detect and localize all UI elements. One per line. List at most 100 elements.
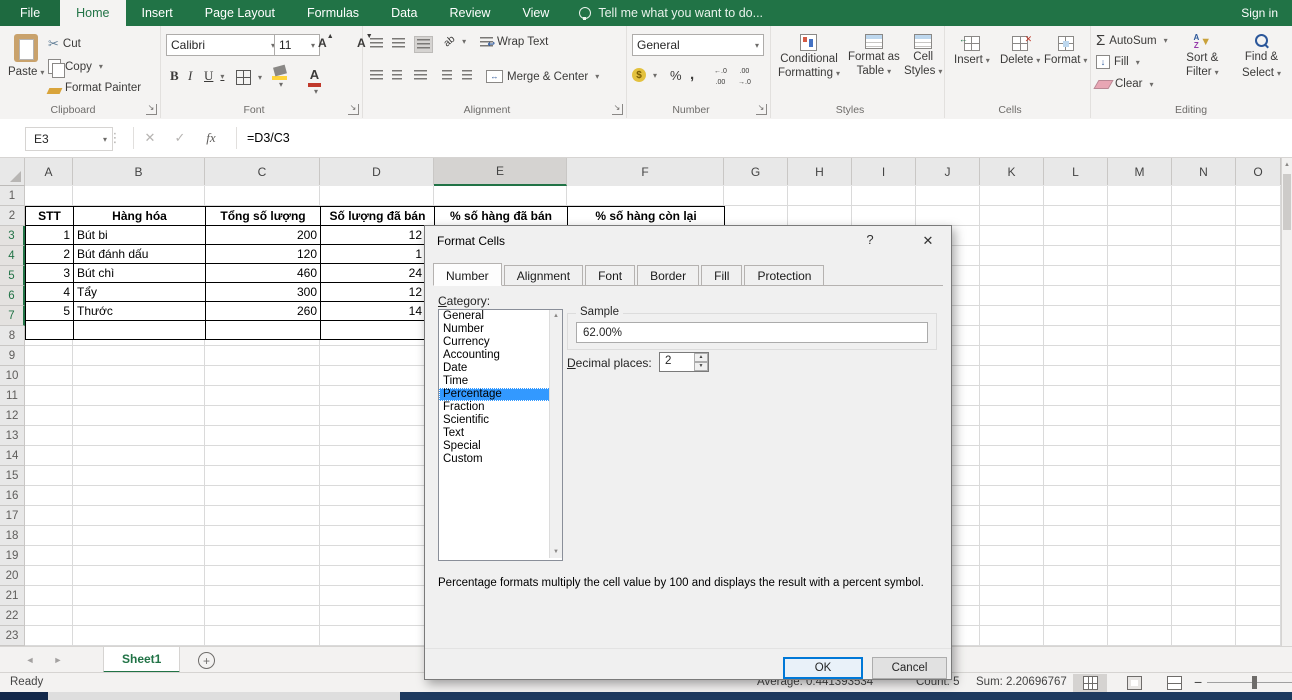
cancel-entry-icon[interactable]: ✕ xyxy=(138,127,162,149)
scroll-up-icon[interactable]: ▲ xyxy=(550,310,562,322)
spin-up-icon[interactable]: ▲ xyxy=(694,353,708,362)
cell-E2[interactable]: % số hàng đã bán xyxy=(435,207,568,226)
cell-D2[interactable]: Số lượng đã bán xyxy=(321,207,435,226)
drag-dots-icon[interactable]: ⋮ xyxy=(108,127,122,149)
column-header-H[interactable]: H xyxy=(788,158,852,185)
row-header-20[interactable]: 20 xyxy=(0,566,24,586)
dialog-tab-border[interactable]: Border xyxy=(637,265,699,285)
category-item-currency[interactable]: Currency xyxy=(439,336,562,349)
cell-C6[interactable]: 300 xyxy=(206,283,321,302)
cell-B2[interactable]: Hàng hóa xyxy=(74,207,206,226)
bottom-align-button[interactable] xyxy=(414,36,433,53)
increase-font-size-button[interactable]: A xyxy=(318,36,334,50)
format-cells-button[interactable]: Format xyxy=(1044,36,1087,66)
ok-button[interactable]: OK xyxy=(783,657,863,679)
spin-down-icon[interactable]: ▼ xyxy=(694,362,708,371)
clipboard-dialog-launcher-icon[interactable]: ↘ xyxy=(146,104,157,115)
row-header-23[interactable]: 23 xyxy=(0,626,24,646)
scroll-up-icon[interactable]: ▲ xyxy=(1282,158,1292,172)
category-item-percentage[interactable]: Percentage xyxy=(439,388,562,401)
row-header-2[interactable]: 2 xyxy=(0,206,24,226)
column-header-F[interactable]: F xyxy=(567,158,724,185)
zoom-out-button[interactable]: − xyxy=(1194,674,1202,690)
column-header-A[interactable]: A xyxy=(25,158,73,185)
italic-button[interactable]: I xyxy=(188,68,192,84)
copy-button[interactable]: Copy xyxy=(48,59,103,74)
wrap-text-button[interactable]: ↩ Wrap Text xyxy=(480,36,548,48)
increase-indent-button[interactable] xyxy=(462,70,472,81)
cell-A8[interactable] xyxy=(26,321,74,340)
dialog-tab-font[interactable]: Font xyxy=(585,265,635,285)
alignment-dialog-launcher-icon[interactable]: ↘ xyxy=(612,104,623,115)
column-header-J[interactable]: J xyxy=(916,158,980,185)
row-header-22[interactable]: 22 xyxy=(0,606,24,626)
middle-align-button[interactable] xyxy=(392,38,405,49)
decrease-indent-button[interactable] xyxy=(442,70,452,81)
column-header-B[interactable]: B xyxy=(73,158,205,185)
new-sheet-button[interactable]: + xyxy=(198,652,215,669)
decimal-places-spinner[interactable]: 2 ▲ ▼ xyxy=(659,352,709,372)
row-header-16[interactable]: 16 xyxy=(0,486,24,506)
row-header-14[interactable]: 14 xyxy=(0,446,24,466)
cell-B5[interactable]: Bút chì xyxy=(74,264,206,283)
find-select-button[interactable]: Find & Select xyxy=(1242,34,1281,79)
cell-D6[interactable]: 12 xyxy=(321,283,435,302)
name-box[interactable]: E3 ▾ xyxy=(25,127,113,151)
delete-cells-button[interactable]: Delete xyxy=(1000,36,1040,66)
zoom-slider-track[interactable] xyxy=(1207,682,1292,683)
tab-review[interactable]: Review xyxy=(433,0,506,26)
cell-C8[interactable] xyxy=(206,321,321,340)
number-dialog-launcher-icon[interactable]: ↘ xyxy=(756,104,767,115)
cell-C5[interactable]: 460 xyxy=(206,264,321,283)
bold-button[interactable]: B xyxy=(170,68,179,84)
dialog-tab-alignment[interactable]: Alignment xyxy=(504,265,583,285)
column-header-N[interactable]: N xyxy=(1172,158,1236,185)
tab-file[interactable]: File xyxy=(0,0,60,26)
cell-A3[interactable]: 1 xyxy=(26,226,74,245)
formula-input[interactable]: =D3/C3 xyxy=(247,127,290,149)
orientation-button[interactable]: ab xyxy=(444,36,466,47)
merge-center-button[interactable]: ↔ Merge & Center xyxy=(486,70,599,83)
close-icon[interactable]: ✕ xyxy=(913,230,943,252)
scrollbar-thumb[interactable] xyxy=(1283,174,1291,230)
cell-B3[interactable]: Bút bi xyxy=(74,226,206,245)
row-header-10[interactable]: 10 xyxy=(0,366,24,386)
conditional-formatting-button[interactable]: Conditional Formatting xyxy=(778,34,840,79)
font-color-button[interactable]: A xyxy=(308,67,321,96)
windows-taskbar[interactable] xyxy=(0,692,1292,700)
align-left-button[interactable] xyxy=(370,70,383,81)
column-header-G[interactable]: G xyxy=(724,158,788,185)
cell-F2[interactable]: % số hàng còn lại xyxy=(568,207,725,226)
tab-home[interactable]: Home xyxy=(60,0,125,26)
cell-C7[interactable]: 260 xyxy=(206,302,321,321)
number-format-combo[interactable]: General▾ xyxy=(632,34,764,56)
dialog-tab-protection[interactable]: Protection xyxy=(744,265,824,285)
decrease-decimal-button[interactable]: .00→.0 xyxy=(738,68,751,86)
increase-decimal-button[interactable]: ←.0.00 xyxy=(714,68,727,86)
fill-button[interactable]: ↓ Fill xyxy=(1096,55,1140,69)
accounting-format-button[interactable]: $ xyxy=(632,68,657,82)
listbox-scrollbar[interactable]: ▲ ▼ xyxy=(549,310,562,558)
category-item-accounting[interactable]: Accounting xyxy=(439,349,562,362)
zoom-slider-thumb[interactable] xyxy=(1252,676,1257,689)
column-header-E[interactable]: E xyxy=(434,158,567,186)
row-header-6[interactable]: 6 xyxy=(0,286,25,306)
cell-D3[interactable]: 12 xyxy=(321,226,435,245)
fill-color-button[interactable] xyxy=(272,66,287,89)
category-item-text[interactable]: Text xyxy=(439,427,562,440)
insert-function-icon[interactable]: fx xyxy=(198,127,224,149)
category-item-scientific[interactable]: Scientific xyxy=(439,414,562,427)
cell-styles-button[interactable]: Cell Styles xyxy=(904,34,942,77)
tab-insert[interactable]: Insert xyxy=(126,0,189,26)
cell-A5[interactable]: 3 xyxy=(26,264,74,283)
category-listbox[interactable]: GeneralNumberCurrencyAccountingDateTimeP… xyxy=(438,309,563,561)
tab-view[interactable]: View xyxy=(506,0,565,26)
tab-page-layout[interactable]: Page Layout xyxy=(189,0,291,26)
insert-cells-button[interactable]: Insert xyxy=(954,36,990,66)
row-header-18[interactable]: 18 xyxy=(0,526,24,546)
paste-button[interactable]: Paste xyxy=(8,34,44,78)
category-item-fraction[interactable]: Fraction xyxy=(439,401,562,414)
format-as-table-button[interactable]: Format as Table xyxy=(848,34,900,77)
column-header-C[interactable]: C xyxy=(205,158,320,185)
row-header-17[interactable]: 17 xyxy=(0,506,24,526)
